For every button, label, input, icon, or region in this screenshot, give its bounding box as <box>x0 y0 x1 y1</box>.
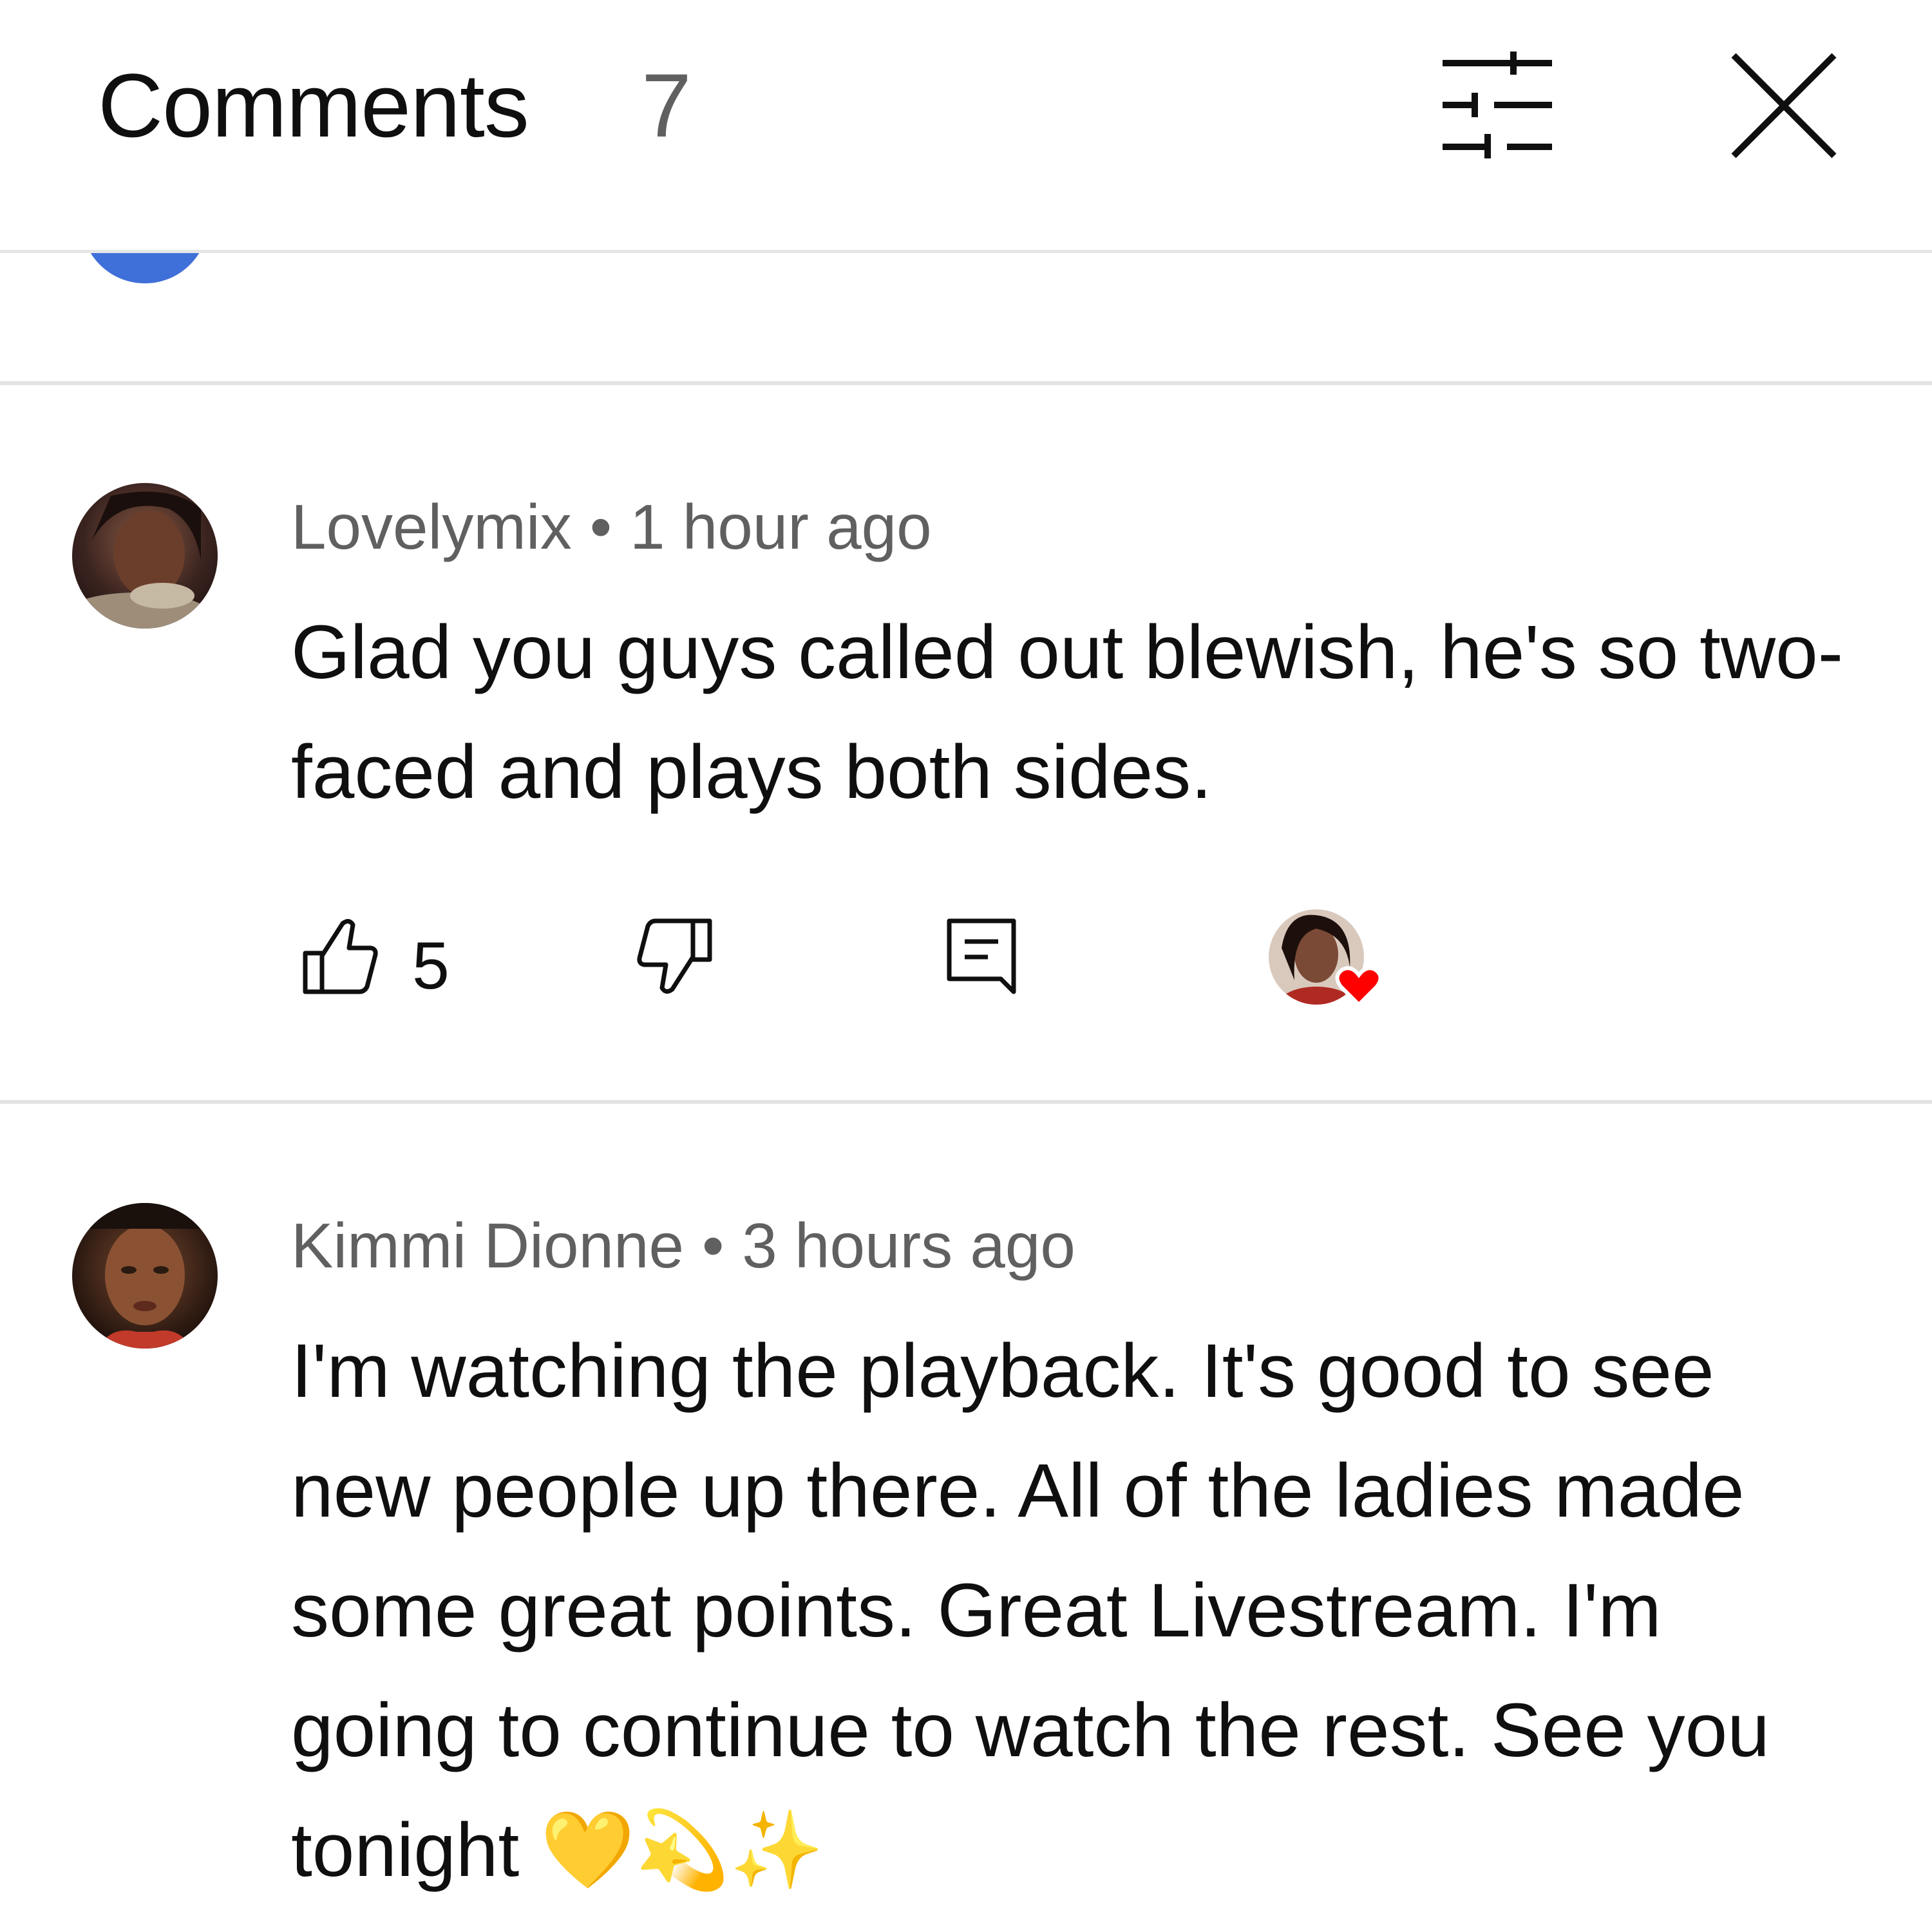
comment-meta: Lovelymix • 1 hour ago <box>291 488 932 565</box>
sliders-icon <box>1443 52 1552 158</box>
creator-heart-icon <box>1269 909 1383 1008</box>
thumbs-up-icon <box>303 919 378 994</box>
comment-actions: 5 <box>291 909 1450 1011</box>
sort-filter-button[interactable] <box>1436 50 1558 160</box>
comments-title: Comments <box>98 55 529 156</box>
comment-meta: Kimmi Dionne • 3 hours ago <box>291 1207 1075 1284</box>
reply-comment-icon <box>947 918 1016 994</box>
meta-separator: • <box>701 1210 724 1281</box>
avatar-image <box>72 483 218 629</box>
comment-item: Kimmi Dionne • 3 hours ago I'm watching th… <box>0 1104 1932 1932</box>
comment-time[interactable]: 3 hours ago <box>742 1210 1075 1281</box>
comment-text: Glad you guys called out blewish, he's s… <box>291 610 1844 815</box>
meta-separator: • <box>589 491 612 562</box>
avatar[interactable] <box>72 1203 218 1349</box>
comment-time[interactable]: 1 hour ago <box>630 491 932 562</box>
thumbs-down-icon <box>637 918 712 994</box>
comments-count: 7 <box>641 55 692 156</box>
like-button[interactable] <box>298 914 394 1011</box>
comment-text: I'm watching the playback. It's good to … <box>291 1329 1770 1893</box>
creator-heart-badge <box>1269 909 1383 1012</box>
reply-button[interactable] <box>943 914 1039 1011</box>
comment-item: Lovelymix • 1 hour ago Glad you guys calle… <box>0 385 1932 1100</box>
avatar[interactable] <box>72 483 218 629</box>
comment-author[interactable]: Kimmi Dionne <box>291 1210 684 1281</box>
close-icon <box>1731 53 1837 158</box>
close-comments-button[interactable] <box>1726 48 1842 164</box>
avatar-image <box>72 1203 218 1349</box>
comment-author[interactable]: Lovelymix <box>291 491 572 562</box>
dislike-button[interactable] <box>634 914 730 1011</box>
like-count: 5 <box>412 929 450 1003</box>
comments-header: Comments 7 <box>0 0 1932 253</box>
